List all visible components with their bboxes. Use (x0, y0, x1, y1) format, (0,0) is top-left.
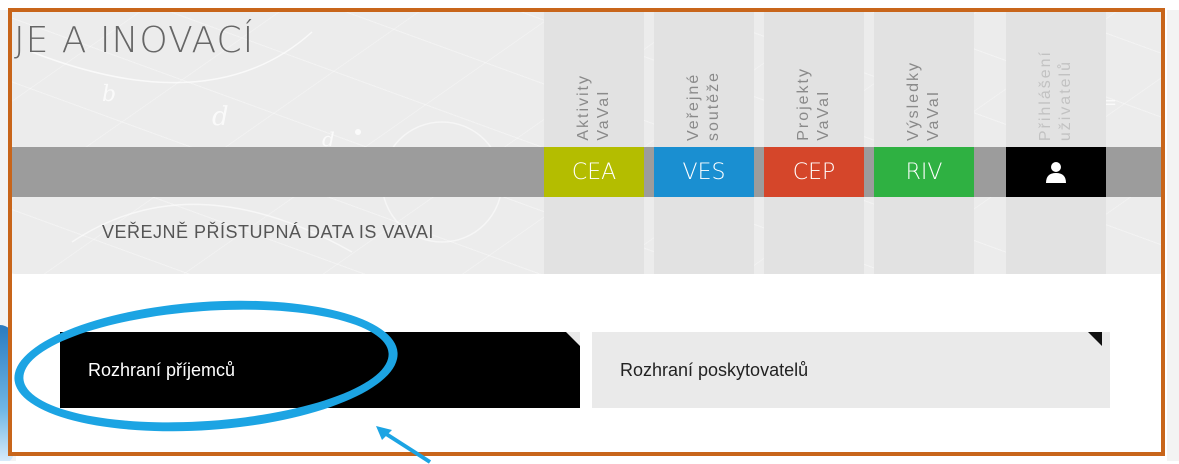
nav-projects[interactable]: Projekty VaVaI (764, 12, 864, 147)
nav-activities[interactable]: Aktivity VaVaI (544, 12, 644, 147)
nav-public-competitions[interactable]: Veřejné soutěže (654, 12, 754, 147)
tag-ves[interactable]: VES (654, 147, 754, 197)
tab-providers-label: Rozhraní poskytovatelů (620, 359, 809, 380)
nav-results-label: Výsledky VaVaI (905, 60, 942, 141)
nav-column-fill (764, 197, 864, 274)
nav-column-fill (874, 197, 974, 274)
page-subtitle: VEŘEJNĚ PŘÍSTUPNÁ DATA IS VAVAI (102, 222, 434, 242)
nav-column-fill (544, 197, 644, 274)
nav-projects-label: Projekty VaVaI (795, 67, 832, 141)
tab-corner (1088, 332, 1102, 346)
annotation-arrow (376, 426, 432, 464)
nav-activities-label: Aktivity VaVaI (575, 74, 612, 141)
site-title[interactable]: JE A INOVACÍ (14, 20, 254, 61)
nav-login-label: Přihlášení uživatelů (1037, 49, 1074, 141)
user-icon (1046, 162, 1066, 183)
tag-cep[interactable]: CEP (764, 147, 864, 197)
user-login-button[interactable] (1006, 147, 1106, 197)
nav-column-fill (654, 197, 754, 274)
tab-providers-interface[interactable]: Rozhraní poskytovatelů (592, 332, 1110, 408)
tag-bar: CEA VES CEP RIV (12, 147, 1161, 197)
underlying-page-right (1167, 10, 1179, 461)
nav-results[interactable]: Výsledky VaVaI (874, 12, 974, 147)
tag-riv[interactable]: RIV (874, 147, 974, 197)
nav-user-login[interactable]: Přihlášení uživatelů (1006, 12, 1106, 147)
site-header: b d d = JE A INOVACÍ Aktivity VaVaI Veře… (12, 12, 1161, 274)
nav-column-fill (1006, 197, 1106, 274)
nav-competitions-label: Veřejné soutěže (685, 70, 722, 141)
tab-corner (566, 332, 580, 346)
tag-cea[interactable]: CEA (544, 147, 644, 197)
